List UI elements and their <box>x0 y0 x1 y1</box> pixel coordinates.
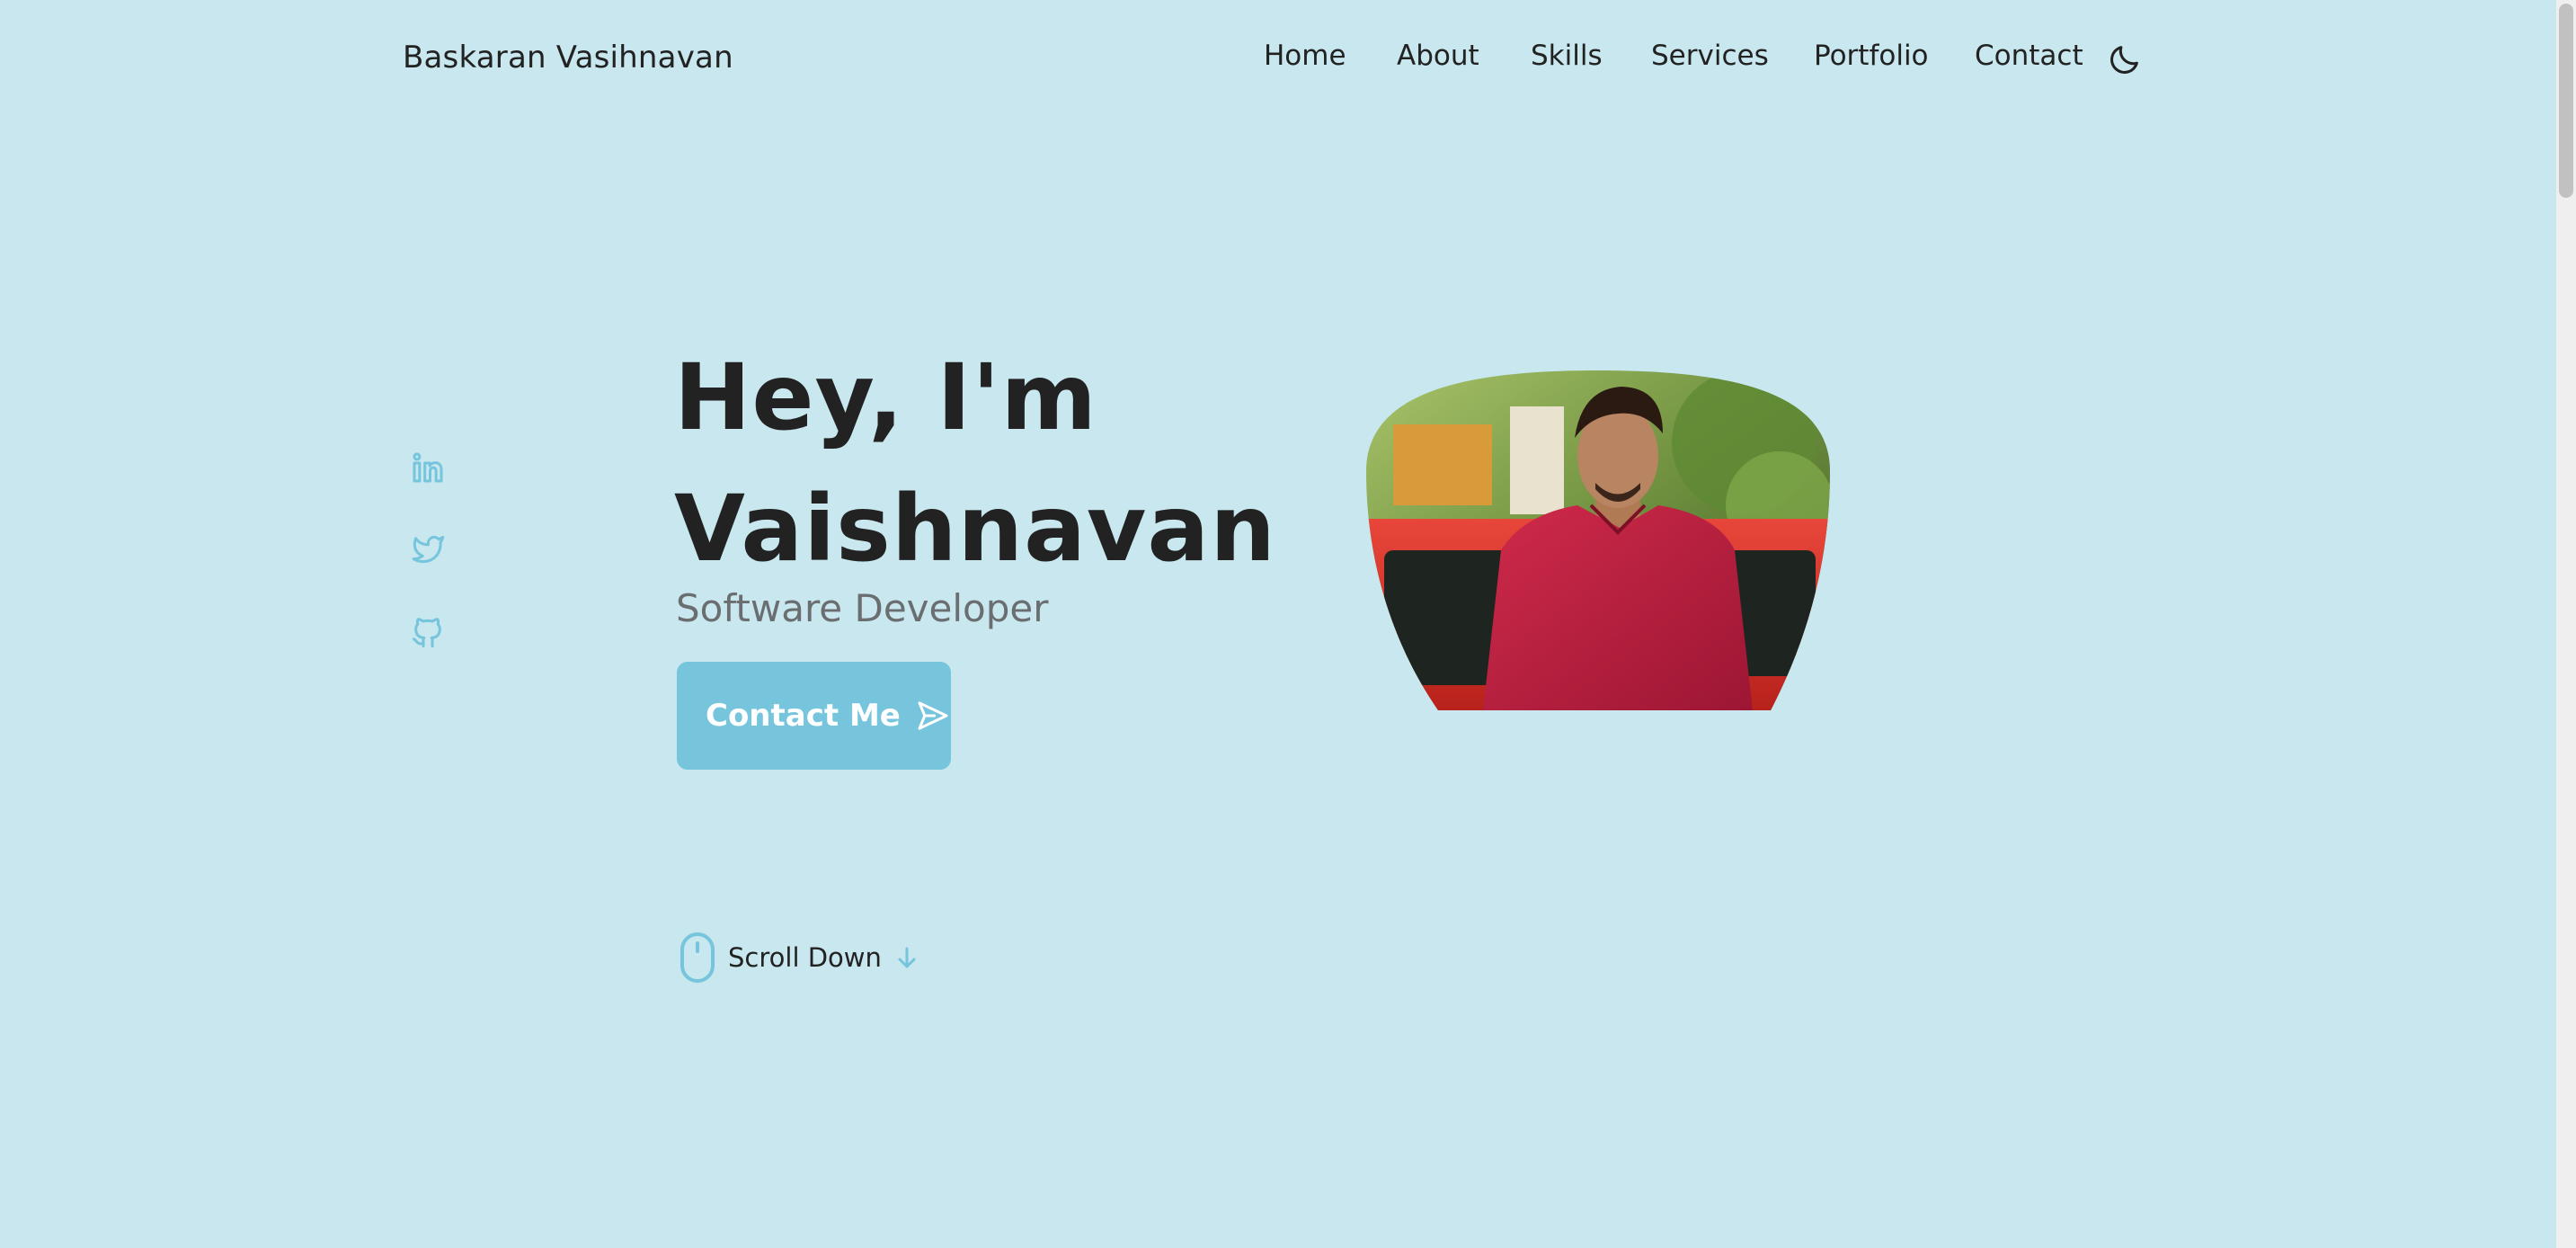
arrow-down-icon <box>898 947 916 968</box>
mouse-icon <box>680 932 715 983</box>
nav-skills[interactable]: Skills <box>1531 40 1603 72</box>
theme-toggle-button[interactable] <box>2107 41 2143 77</box>
nav-services[interactable]: Services <box>1651 40 1769 72</box>
scroll-down-link[interactable]: Scroll Down <box>680 932 918 984</box>
page: Baskaran Vasihnavan Home About Skills Se… <box>0 0 2576 1248</box>
nav-home[interactable]: Home <box>1264 40 1346 72</box>
twitter-icon <box>412 535 445 564</box>
nav-about[interactable]: About <box>1397 40 1479 72</box>
scrollbar-thumb[interactable] <box>2559 4 2573 198</box>
hero-title-line2: Vaishnavan <box>674 476 1276 583</box>
nav-portfolio[interactable]: Portfolio <box>1814 40 1929 72</box>
profile-photo <box>1366 370 1830 710</box>
twitter-link[interactable] <box>410 530 446 566</box>
send-icon <box>918 701 948 730</box>
page-scrollbar[interactable] <box>2556 0 2576 1248</box>
github-icon <box>413 618 441 648</box>
brand-name[interactable]: Baskaran Vasihnavan <box>403 40 733 76</box>
hero-title: Hey, I'm Vaishnavan <box>674 333 1276 595</box>
profile-photo-image <box>1366 370 1830 710</box>
moon-icon <box>2110 46 2138 74</box>
scroll-down-label: Scroll Down <box>728 942 882 973</box>
linkedin-link[interactable] <box>410 450 446 486</box>
hero-title-line1: Hey, I'm <box>674 344 1097 451</box>
linkedin-icon <box>413 452 443 483</box>
contact-me-button[interactable]: Contact Me <box>677 662 951 770</box>
github-link[interactable] <box>410 613 446 649</box>
nav-contact[interactable]: Contact <box>1975 40 2083 72</box>
contact-me-label: Contact Me <box>706 698 901 734</box>
hero-subtitle: Software Developer <box>676 586 1049 630</box>
